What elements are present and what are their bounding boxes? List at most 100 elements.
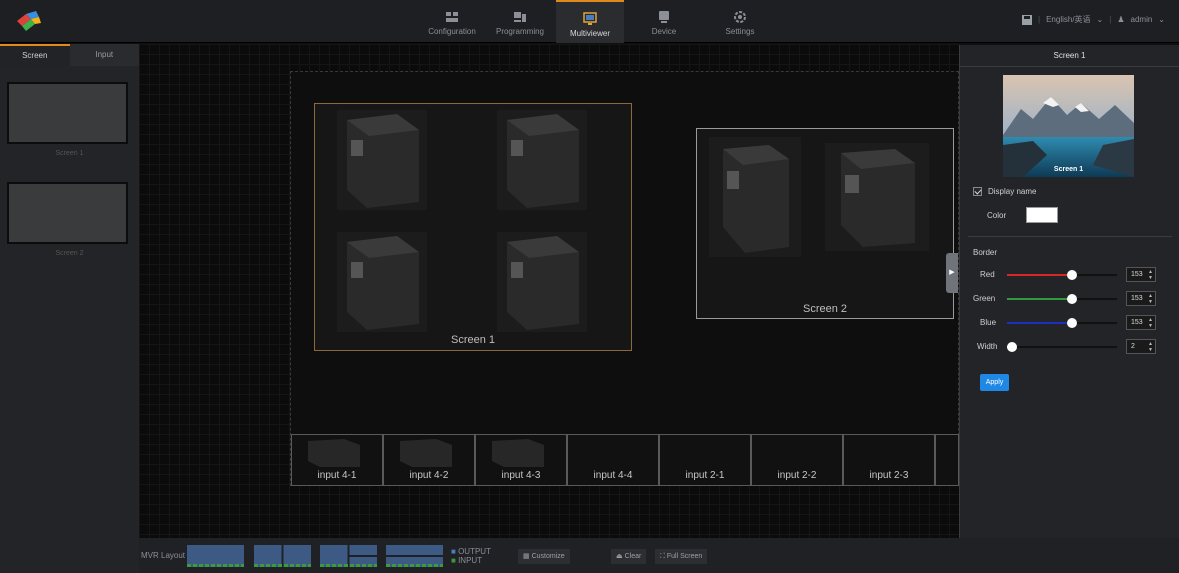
- red-slider[interactable]: [1007, 270, 1117, 280]
- input-window[interactable]: [497, 232, 587, 332]
- slider-knob[interactable]: [1007, 342, 1017, 352]
- divider: |: [1038, 15, 1041, 24]
- screen-label: Screen 2: [802, 303, 848, 315]
- stepper-icon[interactable]: ▲ ▼: [1148, 293, 1153, 305]
- layout-option[interactable]: [254, 545, 311, 567]
- layout-option[interactable]: [320, 545, 377, 567]
- tab-input[interactable]: Input: [70, 44, 140, 66]
- green-value-input[interactable]: 153 ▲ ▼: [1126, 291, 1156, 306]
- user-icon: ♟: [1117, 15, 1125, 24]
- slider-label-width: Width: [977, 342, 998, 351]
- layout-option[interactable]: [386, 545, 443, 567]
- slider-label-red: Red: [980, 270, 995, 279]
- legend-output: OUTPUT: [458, 546, 491, 556]
- blue-value-input[interactable]: 153 ▲ ▼: [1126, 315, 1156, 330]
- slider-knob[interactable]: [1067, 318, 1077, 328]
- screen-box-1[interactable]: Screen 1: [314, 103, 632, 351]
- nav-multiviewer[interactable]: Multiviewer: [556, 0, 624, 43]
- input-label: input 4-4: [593, 470, 633, 481]
- input-cell[interactable]: input 2-3: [843, 434, 935, 486]
- stepper-icon[interactable]: ▲ ▼: [1148, 341, 1153, 353]
- stepper-icon[interactable]: ▲ ▼: [1148, 317, 1153, 329]
- full-screen-label: Full Screen: [666, 553, 703, 560]
- input-window[interactable]: [337, 232, 427, 332]
- screen-box-2[interactable]: Screen 2: [696, 128, 954, 319]
- legend-input: INPUT: [458, 555, 483, 565]
- nav-label: Settings: [725, 27, 755, 36]
- input-label: input 2-1: [685, 470, 725, 481]
- input-window[interactable]: [825, 143, 929, 251]
- layout-legend: ■ OUTPUT ■ INPUT: [451, 538, 491, 573]
- apply-button[interactable]: Apply: [980, 374, 1009, 391]
- screen-thumbnail[interactable]: [7, 182, 128, 244]
- screen-thumbnail[interactable]: [7, 82, 128, 144]
- nav-programming[interactable]: Programming: [486, 0, 554, 43]
- input-legend-icon: ■: [451, 555, 456, 565]
- red-value-input[interactable]: 153 ▲ ▼: [1126, 267, 1156, 282]
- color-label: Color: [987, 210, 1007, 220]
- output-stage[interactable]: Screen 1 Screen 2: [290, 71, 959, 486]
- chevron-down-icon: ⌄: [1158, 15, 1165, 24]
- user-menu[interactable]: admin: [1131, 15, 1153, 24]
- blue-slider[interactable]: [1007, 318, 1117, 328]
- nav-label: Device: [651, 27, 677, 36]
- grid-icon: ▦: [523, 553, 530, 560]
- settings-icon: [734, 11, 746, 23]
- input-window[interactable]: [709, 137, 801, 257]
- left-panel: Screen Input Screen 1 Screen 2: [0, 44, 139, 573]
- divider: |: [1109, 15, 1112, 24]
- output-legend-icon: ■: [451, 546, 456, 556]
- width-slider[interactable]: [1007, 342, 1117, 352]
- mountain-lake-image: [1003, 75, 1134, 177]
- green-slider[interactable]: [1007, 294, 1117, 304]
- customize-button[interactable]: ▦ Customize: [518, 549, 570, 564]
- clear-label: Clear: [624, 553, 642, 560]
- color-row: Color: [987, 207, 1059, 223]
- input-label: input 2-3: [869, 470, 909, 481]
- screen-thumbnail-label: Screen 2: [55, 250, 84, 257]
- nav-configuration[interactable]: Configuration: [418, 0, 486, 43]
- nav-settings[interactable]: Settings: [706, 0, 774, 43]
- input-cell[interactable]: input 4-4: [567, 434, 659, 486]
- screen-label: Screen 1: [450, 334, 496, 346]
- save-icon[interactable]: [1022, 14, 1032, 25]
- nav-label: Configuration: [428, 27, 476, 36]
- logo: [14, 9, 44, 35]
- input-label: input 4-3: [501, 470, 541, 481]
- width-value-input[interactable]: 2 ▲ ▼: [1126, 339, 1156, 354]
- language-select[interactable]: English/英语: [1046, 14, 1090, 25]
- color-swatch[interactable]: [1026, 207, 1059, 223]
- input-cell[interactable]: input 2-2: [751, 434, 843, 486]
- blue-value: 153: [1131, 319, 1143, 326]
- slider-knob[interactable]: [1067, 270, 1077, 280]
- nav-device[interactable]: Device: [630, 0, 698, 43]
- input-window[interactable]: [337, 110, 427, 210]
- input-cell[interactable]: [935, 434, 959, 486]
- screen-preview: Screen 1: [1003, 75, 1134, 177]
- clear-icon: ⏏: [616, 553, 623, 560]
- bottom-bar: MVR Layout ■ OUTPUT ■ INPUT ▦ Customize …: [139, 538, 1179, 573]
- input-cell[interactable]: input 4-2: [383, 434, 475, 486]
- configuration-icon: [446, 12, 458, 22]
- clear-button[interactable]: ⏏ Clear: [611, 549, 647, 564]
- collapse-panel-button[interactable]: ▶: [946, 253, 958, 293]
- layout-option[interactable]: [187, 545, 244, 567]
- full-screen-button[interactable]: ⛶ Full Screen: [655, 549, 708, 564]
- input-cell[interactable]: input 2-1: [659, 434, 751, 486]
- preview-label: Screen 1: [1053, 166, 1084, 173]
- display-name-checkbox[interactable]: [973, 187, 982, 196]
- input-cell[interactable]: input 4-1: [291, 434, 383, 486]
- input-cell[interactable]: input 4-3: [475, 434, 567, 486]
- screen-thumbnail-label: Screen 1: [55, 150, 84, 157]
- stepper-icon[interactable]: ▲ ▼: [1148, 269, 1153, 281]
- slider-knob[interactable]: [1067, 294, 1077, 304]
- top-bar: Configuration Programming Multiviewer De…: [0, 0, 1179, 43]
- green-value: 153: [1131, 295, 1143, 302]
- input-window[interactable]: [497, 110, 587, 210]
- tab-screen[interactable]: Screen: [0, 44, 70, 66]
- input-label: input 4-2: [409, 470, 449, 481]
- multiviewer-canvas[interactable]: Screen 1 Screen 2 input 4-1 input 4-2 in…: [139, 44, 959, 538]
- display-name-row: Display name: [973, 187, 1036, 196]
- width-value: 2: [1131, 343, 1135, 350]
- slider-label-green: Green: [973, 294, 996, 303]
